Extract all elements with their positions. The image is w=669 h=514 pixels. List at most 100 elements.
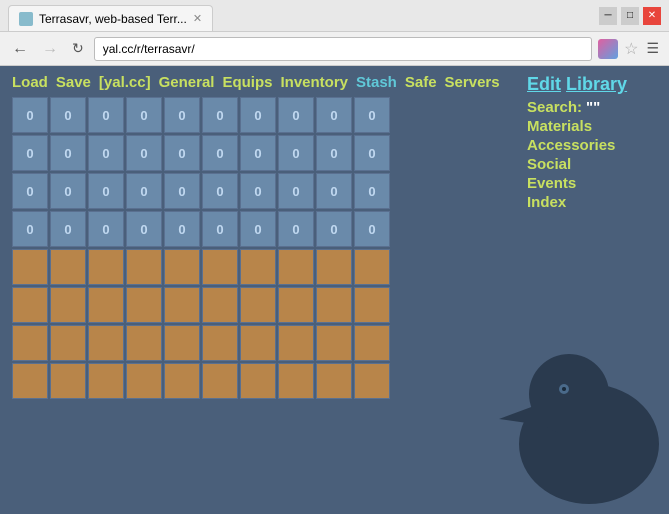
back-button[interactable]: ← [8, 38, 32, 60]
grid-cell[interactable]: 0 [316, 211, 352, 247]
index-link[interactable]: Index [527, 194, 657, 211]
social-link[interactable]: Social [527, 156, 657, 173]
grid-cell[interactable] [126, 363, 162, 399]
grid-cell[interactable] [278, 325, 314, 361]
grid-cell[interactable]: 0 [50, 97, 86, 133]
menu-load[interactable]: Load [12, 74, 48, 91]
grid-cell[interactable] [202, 363, 238, 399]
grid-cell[interactable]: 0 [240, 173, 276, 209]
grid-cell[interactable]: 0 [202, 97, 238, 133]
grid-cell[interactable] [278, 287, 314, 323]
grid-cell[interactable] [316, 249, 352, 285]
maximize-button[interactable]: □ [621, 7, 639, 25]
accessories-link[interactable]: Accessories [527, 137, 657, 154]
events-link[interactable]: Events [527, 175, 657, 192]
address-bar[interactable] [94, 37, 592, 61]
grid-cell[interactable]: 0 [202, 135, 238, 171]
grid-cell[interactable] [278, 249, 314, 285]
grid-cell[interactable] [164, 249, 200, 285]
grid-cell[interactable]: 0 [354, 97, 390, 133]
grid-cell[interactable] [240, 287, 276, 323]
grid-cell[interactable]: 0 [316, 97, 352, 133]
menu-servers[interactable]: Servers [445, 74, 500, 91]
grid-cell[interactable] [88, 287, 124, 323]
grid-cell[interactable]: 0 [126, 173, 162, 209]
browser-tab[interactable]: Terrasavr, web-based Terr... ✕ [8, 5, 213, 31]
grid-cell[interactable] [164, 363, 200, 399]
refresh-button[interactable]: ↻ [68, 38, 88, 59]
grid-cell[interactable]: 0 [50, 135, 86, 171]
grid-cell[interactable] [316, 363, 352, 399]
grid-cell[interactable]: 0 [88, 173, 124, 209]
grid-cell[interactable]: 0 [278, 211, 314, 247]
grid-cell[interactable] [240, 325, 276, 361]
grid-cell[interactable] [88, 325, 124, 361]
grid-cell[interactable]: 0 [164, 173, 200, 209]
grid-cell[interactable] [202, 249, 238, 285]
grid-cell[interactable]: 0 [164, 97, 200, 133]
grid-cell[interactable]: 0 [88, 211, 124, 247]
grid-cell[interactable] [164, 287, 200, 323]
grid-cell[interactable]: 0 [202, 211, 238, 247]
grid-cell[interactable] [12, 363, 48, 399]
grid-cell[interactable]: 0 [126, 135, 162, 171]
grid-cell[interactable] [354, 287, 390, 323]
grid-cell[interactable]: 0 [12, 97, 48, 133]
menu-inventory[interactable]: Inventory [280, 74, 348, 91]
grid-cell[interactable] [50, 363, 86, 399]
grid-cell[interactable] [316, 325, 352, 361]
grid-cell[interactable]: 0 [278, 97, 314, 133]
grid-cell[interactable]: 0 [278, 135, 314, 171]
grid-cell[interactable] [202, 287, 238, 323]
menu-stash[interactable]: Stash [356, 74, 397, 91]
grid-cell[interactable] [278, 363, 314, 399]
grid-cell[interactable] [50, 325, 86, 361]
grid-cell[interactable]: 0 [164, 135, 200, 171]
bookmark-icon[interactable]: ☆ [624, 39, 638, 59]
grid-cell[interactable] [88, 363, 124, 399]
grid-cell[interactable]: 0 [12, 135, 48, 171]
menu-safe[interactable]: Safe [405, 74, 437, 91]
grid-cell[interactable]: 0 [316, 173, 352, 209]
grid-cell[interactable] [12, 325, 48, 361]
menu-yal[interactable]: [yal.cc] [99, 74, 151, 91]
grid-cell[interactable] [354, 249, 390, 285]
grid-cell[interactable] [50, 249, 86, 285]
grid-cell[interactable]: 0 [278, 173, 314, 209]
grid-cell[interactable] [164, 325, 200, 361]
forward-button[interactable]: → [38, 38, 62, 60]
grid-cell[interactable] [126, 325, 162, 361]
close-button[interactable]: ✕ [643, 7, 661, 25]
grid-cell[interactable]: 0 [126, 97, 162, 133]
grid-cell[interactable] [126, 249, 162, 285]
search-item[interactable]: Search: "" [527, 99, 657, 116]
grid-cell[interactable]: 0 [12, 173, 48, 209]
grid-cell[interactable] [202, 325, 238, 361]
grid-cell[interactable]: 0 [354, 173, 390, 209]
grid-cell[interactable] [316, 287, 352, 323]
grid-cell[interactable]: 0 [202, 173, 238, 209]
grid-cell[interactable] [126, 287, 162, 323]
grid-cell[interactable] [240, 363, 276, 399]
grid-cell[interactable]: 0 [240, 211, 276, 247]
grid-cell[interactable] [88, 249, 124, 285]
grid-cell[interactable]: 0 [12, 211, 48, 247]
menu-equips[interactable]: Equips [222, 74, 272, 91]
menu-general[interactable]: General [159, 74, 215, 91]
grid-cell[interactable]: 0 [50, 211, 86, 247]
grid-cell[interactable]: 0 [164, 211, 200, 247]
grid-cell[interactable] [12, 287, 48, 323]
grid-cell[interactable] [50, 287, 86, 323]
grid-cell[interactable] [240, 249, 276, 285]
grid-cell[interactable]: 0 [354, 211, 390, 247]
grid-cell[interactable]: 0 [354, 135, 390, 171]
grid-cell[interactable]: 0 [126, 211, 162, 247]
grid-cell[interactable]: 0 [240, 135, 276, 171]
grid-cell[interactable] [354, 325, 390, 361]
grid-cell[interactable] [354, 363, 390, 399]
grid-cell[interactable]: 0 [240, 97, 276, 133]
menu-button[interactable]: ☰ [644, 38, 661, 59]
materials-link[interactable]: Materials [527, 118, 657, 135]
grid-cell[interactable] [12, 249, 48, 285]
tab-close-btn[interactable]: ✕ [193, 12, 202, 25]
